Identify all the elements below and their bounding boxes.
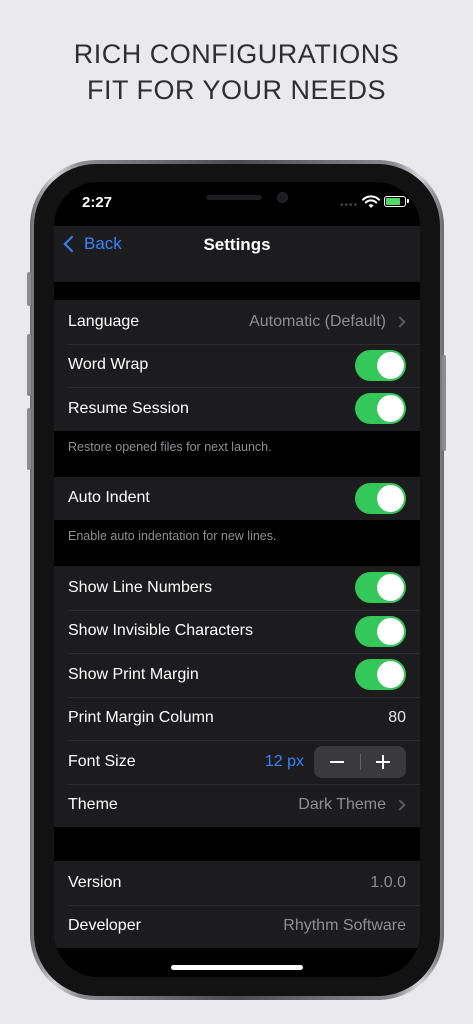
promo-headline: RICH CONFIGURATIONS FIT FOR YOUR NEEDS <box>0 36 473 108</box>
font-size-label: Font Size <box>68 752 136 770</box>
show-line-numbers-toggle[interactable] <box>355 572 406 604</box>
word-wrap-toggle[interactable] <box>355 349 406 381</box>
developer-value: Rhythm Software <box>283 917 406 935</box>
silent-switch <box>27 272 31 306</box>
increment-button[interactable] <box>360 746 406 778</box>
headline-line-2: FIT FOR YOUR NEEDS <box>86 75 387 105</box>
show-invisible-characters-row: Show Invisible Characters <box>54 609 420 654</box>
settings-group-about: Version 1.0.0 Developer Rhythm Software <box>54 861 420 948</box>
headline-line-1: RICH CONFIGURATIONS <box>73 39 400 69</box>
toggle-knob <box>377 617 404 645</box>
print-margin-column-row[interactable]: Print Margin Column 80 <box>54 696 420 741</box>
toggle-knob <box>377 661 404 689</box>
show-line-numbers-row: Show Line Numbers <box>54 566 420 610</box>
wifi-icon <box>362 195 380 208</box>
version-value: 1.0.0 <box>370 873 406 891</box>
section-gap <box>54 282 420 300</box>
settings-list: Language Automatic (Default) Word Wrap R… <box>54 282 420 948</box>
toggle-knob <box>377 574 404 602</box>
chevron-right-icon <box>394 799 406 811</box>
status-bar: 2:27 •••• <box>54 182 420 226</box>
settings-group-editor: Show Line Numbers Show Invisible Charact… <box>54 566 420 827</box>
print-margin-column-label: Print Margin Column <box>68 709 214 727</box>
developer-label: Developer <box>68 917 141 935</box>
show-print-margin-toggle[interactable] <box>355 659 406 691</box>
font-size-value: 12 px <box>264 752 304 770</box>
decrement-button[interactable] <box>314 746 360 778</box>
navigation-bar: Back Settings <box>54 226 420 282</box>
toggle-knob <box>377 484 404 512</box>
auto-indent-toggle[interactable] <box>355 482 406 514</box>
settings-group-general: Language Automatic (Default) Word Wrap R… <box>54 300 420 431</box>
theme-value: Dark Theme <box>298 796 386 814</box>
show-print-margin-row: Show Print Margin <box>54 653 420 697</box>
show-print-margin-label: Show Print Margin <box>68 665 199 683</box>
word-wrap-label: Word Wrap <box>68 356 149 374</box>
chevron-right-icon <box>394 316 406 328</box>
auto-indent-label: Auto Indent <box>68 489 150 507</box>
battery-level <box>386 198 400 205</box>
theme-row[interactable]: Theme Dark Theme <box>54 783 420 828</box>
home-indicator[interactable] <box>171 965 303 970</box>
version-row: Version 1.0.0 <box>54 861 420 905</box>
language-value: Automatic (Default) <box>249 312 386 330</box>
show-invisible-characters-toggle[interactable] <box>355 615 406 647</box>
settings-group-indent: Auto Indent <box>54 476 420 521</box>
theme-label: Theme <box>68 796 118 814</box>
power-button <box>442 355 446 451</box>
show-line-numbers-label: Show Line Numbers <box>68 578 213 596</box>
resume-session-label: Resume Session <box>68 399 189 417</box>
section-footer: Restore opened files for next launch. <box>54 430 420 477</box>
resume-session-row: Resume Session <box>54 387 420 431</box>
volume-down-button <box>27 408 31 470</box>
battery-charging-icon <box>384 196 409 207</box>
resume-session-toggle[interactable] <box>355 393 406 425</box>
version-label: Version <box>68 873 122 891</box>
section-gap <box>54 827 420 861</box>
page-title: Settings <box>203 235 271 254</box>
plus-icon <box>376 754 390 769</box>
font-size-row: Font Size 12 px <box>54 740 420 784</box>
cellular-dots-icon: •••• <box>340 200 359 211</box>
volume-up-button <box>27 334 31 396</box>
font-size-stepper <box>314 745 406 778</box>
print-margin-column-value: 80 <box>388 709 406 727</box>
show-invisible-characters-label: Show Invisible Characters <box>68 622 253 640</box>
toggle-knob <box>377 395 404 423</box>
minus-icon <box>330 760 344 763</box>
battery-nub <box>407 199 409 203</box>
word-wrap-row: Word Wrap <box>54 343 420 388</box>
language-row[interactable]: Language Automatic (Default) <box>54 300 420 344</box>
toggle-knob <box>377 351 404 379</box>
phone-screen: 2:27 •••• Back Settings Language Automat… <box>54 182 420 977</box>
section-footer: Enable auto indentation for new lines. <box>54 520 420 566</box>
auto-indent-row: Auto Indent <box>54 477 420 521</box>
status-time: 2:27 <box>82 194 113 211</box>
developer-row: Developer Rhythm Software <box>54 904 420 949</box>
language-label: Language <box>68 312 140 330</box>
